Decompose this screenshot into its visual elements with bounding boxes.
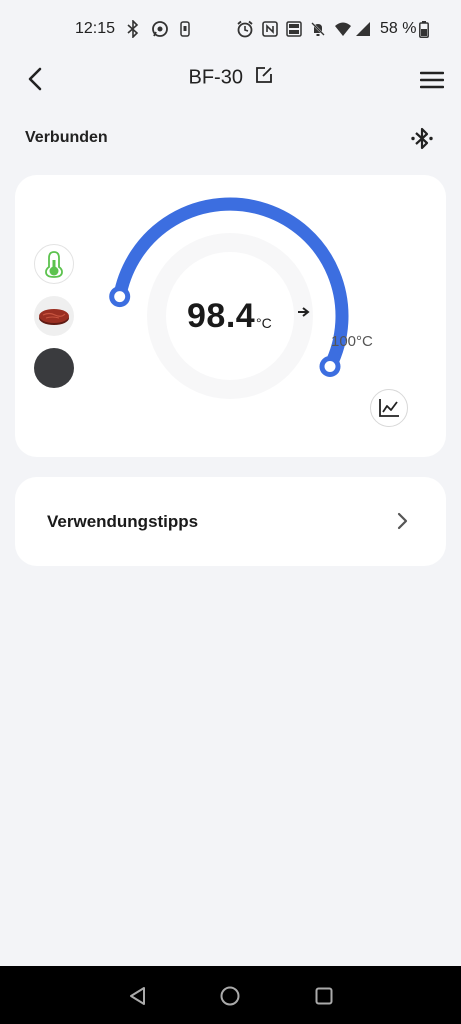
menu-button[interactable]	[418, 66, 446, 94]
nfc-icon	[261, 19, 279, 39]
app-header: BF-30	[0, 58, 461, 102]
nav-home-button[interactable]	[218, 984, 242, 1008]
nav-recents-button[interactable]	[312, 984, 336, 1008]
edit-icon	[255, 67, 272, 83]
line-chart-icon	[379, 399, 399, 417]
target-temperature: 100°C	[331, 333, 373, 350]
phone-small-icon	[178, 19, 192, 39]
whatsapp-icon	[150, 19, 170, 39]
bluetooth-icon	[126, 19, 140, 39]
chevron-right-icon	[397, 512, 408, 530]
battery-percent: 58 %	[380, 20, 417, 37]
device-title: BF-30	[188, 66, 243, 89]
menu-icon	[420, 71, 444, 89]
nav-recents-icon	[315, 987, 333, 1005]
wifi-icon	[333, 19, 353, 39]
probe-card: 98.4 °C 100°C	[15, 175, 446, 457]
chart-button[interactable]	[370, 389, 408, 427]
status-bar: 12:15 58 %	[0, 0, 461, 58]
battery-icon	[418, 19, 430, 39]
screen: 12:15 58 % BF-30 Verbunden 98.4 °C 100°C…	[0, 0, 461, 1024]
header-title-group: BF-30	[0, 66, 461, 90]
connection-status: Verbunden	[25, 129, 108, 146]
current-temperature: 98.4	[187, 297, 256, 335]
usage-tips-label: Verwendungstipps	[47, 512, 199, 531]
system-nav-bar	[0, 966, 461, 1024]
nav-back-icon	[130, 987, 145, 1005]
volte-icon	[285, 19, 303, 39]
bell-muted-icon	[309, 19, 327, 39]
status-time: 12:15	[75, 20, 116, 37]
temperature-unit: °C	[256, 315, 272, 331]
alarm-icon	[235, 19, 255, 39]
bluetooth-connected-icon[interactable]	[408, 125, 436, 153]
arrow-right-icon	[298, 307, 310, 317]
gauge-end-knob[interactable]	[319, 356, 341, 377]
nav-home-icon	[220, 986, 240, 1006]
usage-tips-card[interactable]: Verwendungstipps	[15, 477, 446, 566]
signal-icon	[354, 19, 372, 39]
edit-name-button[interactable]	[255, 66, 273, 90]
gauge-start-knob	[109, 286, 131, 308]
nav-back-button[interactable]	[126, 984, 150, 1008]
